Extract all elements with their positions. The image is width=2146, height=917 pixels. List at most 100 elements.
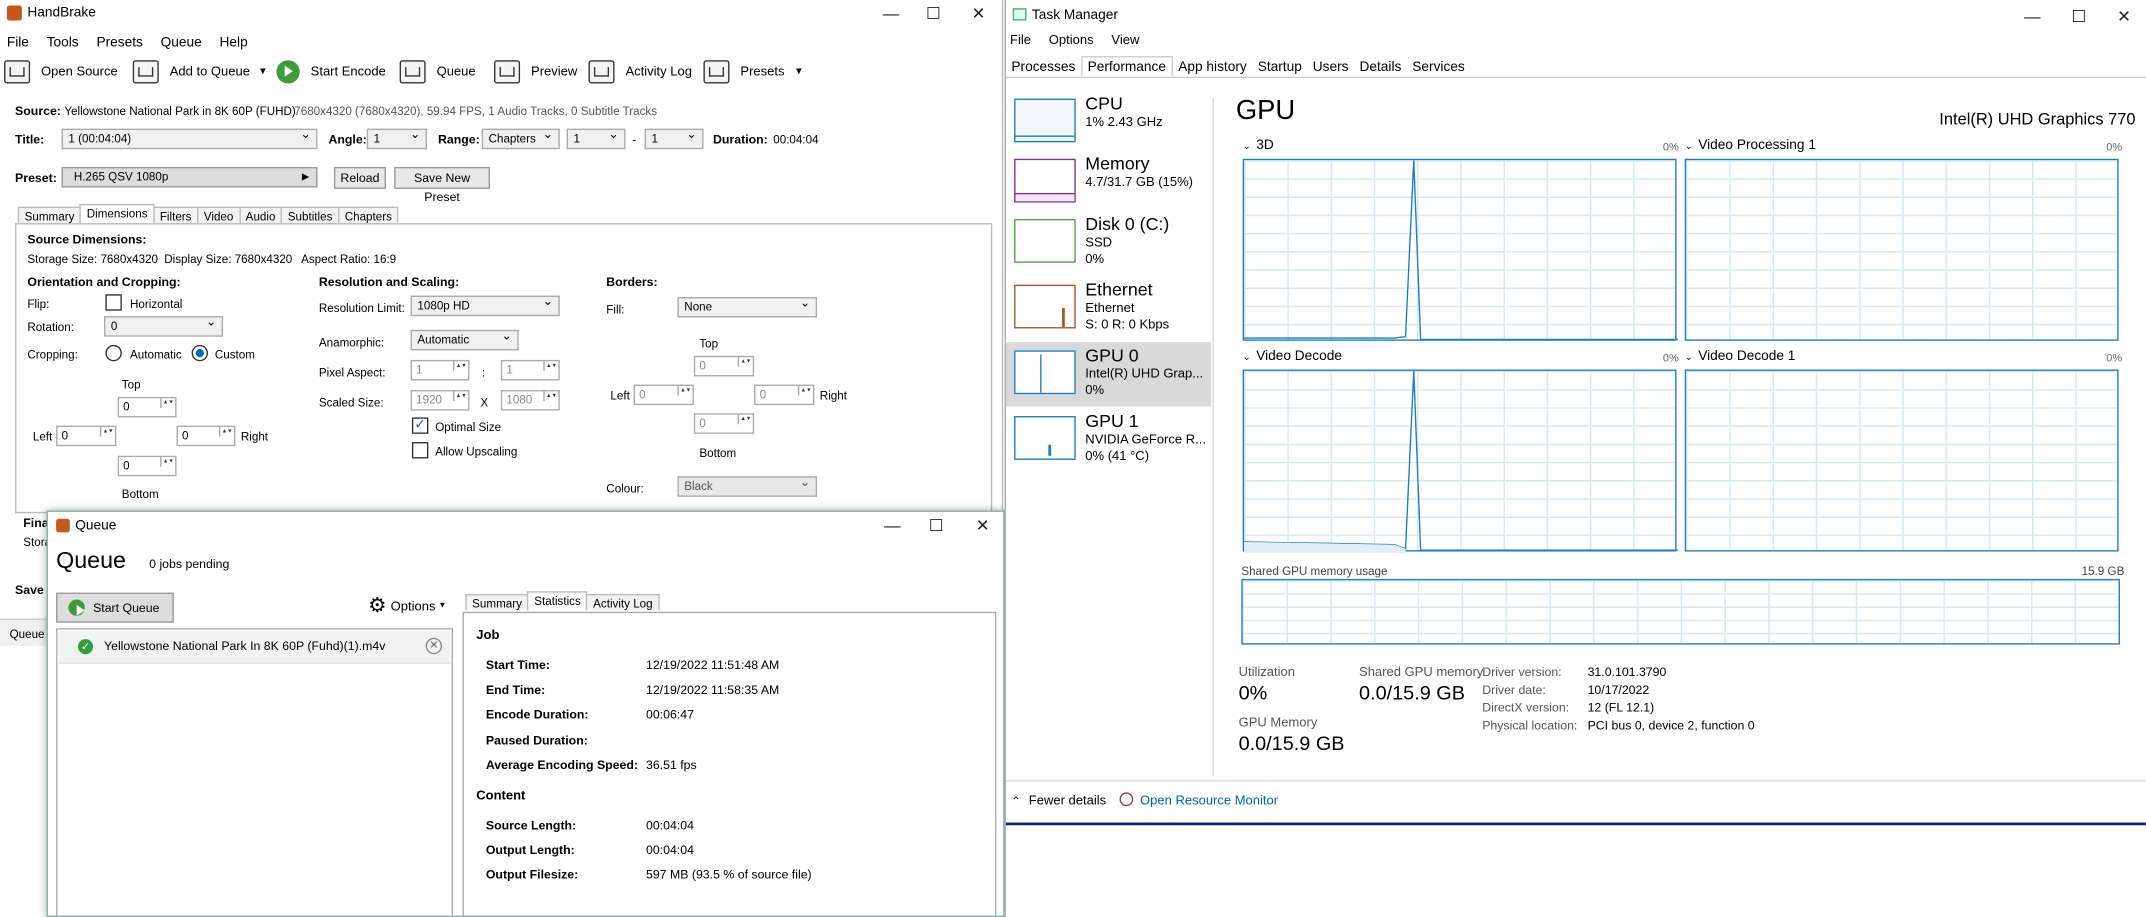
menu-presets[interactable]: Presets — [96, 36, 142, 51]
resolution-scaling-heading: Resolution and Scaling: — [318, 275, 460, 289]
sidebar-item-gpu0[interactable]: GPU 0 Intel(R) UHD Grap... 0% — [1005, 342, 1212, 407]
tab-chapters[interactable]: Chapters — [337, 206, 399, 224]
border-bottom-input[interactable]: 0 — [693, 413, 755, 434]
graph-3d-line — [1244, 160, 1678, 341]
border-left-input[interactable]: 0 — [633, 384, 694, 406]
angle-select[interactable]: 1 — [366, 126, 428, 150]
reload-button[interactable]: Reload — [333, 166, 386, 189]
tab-dimensions[interactable]: Dimensions — [79, 203, 155, 224]
tab-summary[interactable]: Summary — [17, 206, 82, 224]
queue-status[interactable]: Queue — [10, 627, 45, 641]
tm-close-button[interactable]: ✕ — [2101, 3, 2146, 30]
custom-radio[interactable] — [191, 344, 209, 362]
options-button[interactable]: ⚙ Options ▼ — [368, 595, 446, 616]
optimal-size-checkbox[interactable]: ✓ — [411, 417, 429, 434]
resolution-limit-select[interactable]: 1080p HD — [410, 293, 560, 317]
crop-left-input[interactable]: 0 — [56, 425, 117, 447]
chevron-down-icon[interactable]: ⌄ — [1243, 353, 1251, 363]
sidebar-item-cpu[interactable]: CPU 1% 2.43 GHz — [1006, 90, 1211, 154]
sidebar-item-ethernet[interactable]: Ethernet Ethernet S: 0 R: 0 Kbps — [1006, 276, 1211, 340]
graph-video-decode — [1242, 369, 1678, 553]
rotation-select[interactable]: 0 — [104, 313, 224, 337]
border-right-input[interactable]: 0 — [754, 384, 815, 406]
tab-users[interactable]: Users — [1307, 57, 1354, 78]
save-new-preset-button[interactable]: Save New Preset — [394, 166, 490, 204]
angle-label: Angle: — [328, 132, 367, 147]
range-to-select[interactable]: 1 — [644, 126, 704, 150]
queue-close-button[interactable]: ✕ — [959, 512, 1003, 539]
tab-audio[interactable]: Audio — [238, 206, 283, 224]
queue-heading: Queue — [56, 547, 126, 574]
chevron-down-icon[interactable]: ⌄ — [1685, 142, 1693, 152]
tab-activity-log[interactable]: Activity Log — [586, 593, 660, 611]
storage-size: Storage Size: 7680x4320 — [27, 251, 159, 266]
fill-select[interactable]: None — [677, 294, 818, 318]
chevron-down-icon[interactable]: ⌄ — [1685, 353, 1693, 363]
tab-startup[interactable]: Startup — [1252, 57, 1307, 78]
tab-subtitles[interactable]: Subtitles — [280, 206, 340, 224]
tab-services[interactable]: Services — [1407, 57, 1470, 78]
automatic-radio[interactable] — [105, 344, 122, 362]
tab-video[interactable]: Video — [196, 206, 241, 224]
tm-menu-view[interactable]: View — [1111, 33, 1139, 48]
remove-icon[interactable]: ✕ — [425, 637, 443, 655]
horizontal-checkbox[interactable] — [105, 294, 122, 311]
queue-maximize-button[interactable]: ☐ — [913, 512, 960, 539]
title-select[interactable]: 1 (00:04:04) — [61, 126, 318, 150]
open-source-button[interactable]: Open Source — [4, 57, 118, 84]
sidebar-item-gpu1[interactable]: GPU 1 NVIDIA GeForce R... 0% (41 °C) — [1006, 408, 1211, 472]
tab-app-history[interactable]: App history — [1173, 57, 1252, 78]
tm-maximize-button[interactable]: ☐ — [2056, 3, 2103, 30]
pixel-aspect-height-input[interactable]: 1 — [500, 359, 560, 381]
preset-select[interactable]: H.265 QSV 1080p ▶ — [61, 166, 318, 188]
menu-help[interactable]: Help — [220, 36, 248, 51]
anamorphic-select[interactable]: Automatic — [410, 327, 519, 351]
menu-queue[interactable]: Queue — [161, 36, 202, 51]
sidebar-item-disk[interactable]: Disk 0 (C:) SSD 0% — [1006, 211, 1211, 275]
chevron-down-icon[interactable]: ⌄ — [1243, 142, 1251, 152]
tab-processes[interactable]: Processes — [1006, 57, 1081, 78]
list-item[interactable]: ✓ Yellowstone National Park In 8K 60P (F… — [58, 630, 451, 664]
crop-right-input[interactable]: 0 — [176, 425, 236, 447]
presets-button[interactable]: Presets ▼ — [703, 57, 804, 84]
crop-bottom-input[interactable]: 0 — [117, 455, 177, 477]
tm-menu-file[interactable]: File — [1010, 33, 1031, 48]
start-encode-button[interactable]: Start Encode — [276, 57, 386, 84]
close-button[interactable]: ✕ — [955, 0, 1002, 27]
shared-memory-max: 15.9 GB — [2081, 563, 2125, 578]
crop-top-input[interactable]: 0 — [117, 396, 177, 418]
tab-filters[interactable]: Filters — [152, 206, 199, 224]
minimize-button[interactable]: — — [868, 0, 915, 27]
scaled-width-input[interactable]: 1920 — [410, 390, 470, 411]
tab-details[interactable]: Details — [1354, 57, 1407, 78]
sidebar-item-memory[interactable]: Memory 4.7/31.7 GB (15%) — [1006, 151, 1211, 215]
tm-window-title: Task Manager — [1031, 8, 1118, 24]
tab-summary[interactable]: Summary — [465, 593, 529, 611]
activity-log-button[interactable]: Activity Log — [588, 57, 692, 84]
start-queue-button[interactable]: Start Queue — [56, 592, 174, 623]
scaled-height-input[interactable]: 1080 — [500, 390, 560, 411]
pixel-aspect-width-input[interactable]: 1 — [410, 359, 470, 381]
preview-button[interactable]: Preview — [494, 57, 577, 84]
range-from-select[interactable]: 1 — [566, 126, 626, 150]
dropdown-arrow-icon[interactable]: ▼ — [258, 66, 267, 76]
queue-button[interactable]: Queue — [399, 57, 476, 84]
graph-3d-label: ⌄ 3D — [1242, 138, 1274, 154]
range-select[interactable]: Chapters — [481, 126, 560, 150]
border-top-input[interactable]: 0 — [693, 355, 755, 377]
menu-tools[interactable]: Tools — [47, 36, 79, 51]
tab-performance[interactable]: Performance — [1080, 56, 1173, 77]
tab-statistics[interactable]: Statistics — [527, 591, 588, 611]
tm-minimize-button[interactable]: — — [2009, 3, 2056, 30]
menu-file[interactable]: File — [7, 36, 29, 51]
add-to-queue-button[interactable]: Add to Queue ▼ — [132, 57, 268, 84]
queue-minimize-button[interactable]: — — [869, 512, 916, 539]
open-resource-monitor-link[interactable]: Open Resource Monitor — [1119, 792, 1278, 809]
fewer-details-button[interactable]: ⌃ Fewer details — [1011, 794, 1106, 809]
colour-select[interactable]: Black — [677, 474, 818, 497]
end-time-label: End Time: — [485, 682, 546, 697]
maximize-button[interactable]: ☐ — [910, 0, 957, 27]
tm-menu-options[interactable]: Options — [1049, 33, 1094, 48]
chevron-up-icon: ⌃ — [1011, 795, 1021, 808]
allow-upscaling-checkbox[interactable] — [411, 442, 429, 459]
